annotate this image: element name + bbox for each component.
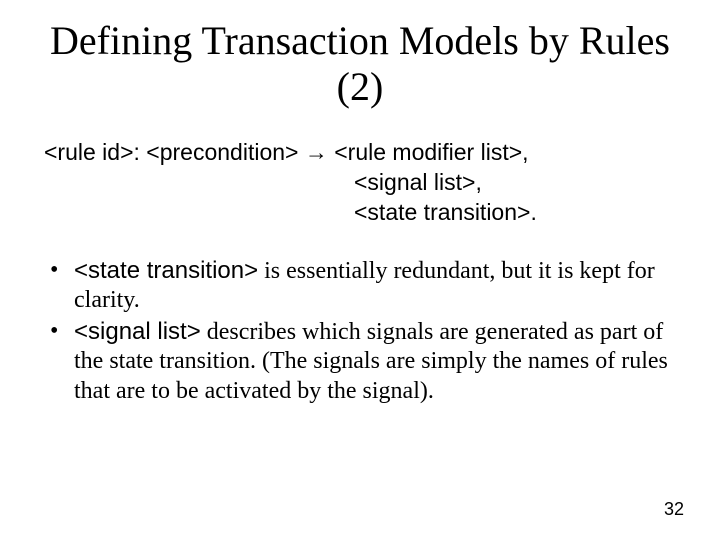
bullet-text: <state transition> is essentially redund…	[74, 256, 668, 316]
bullet-list: • <state transition> is essentially redu…	[0, 256, 720, 406]
bullet-dot: •	[48, 317, 74, 346]
grammar-line-2: <signal list>,	[44, 168, 680, 198]
bullet-term: <signal list>	[74, 318, 201, 345]
grammar-line-3: <state transition>.	[44, 198, 680, 228]
grammar-block: <rule id>: <precondition> → <rule modifi…	[0, 138, 720, 228]
list-item: • <signal list> describes which signals …	[48, 317, 668, 406]
slide-title: Defining Transaction Models by Rules (2)	[0, 0, 720, 110]
bullet-text: <signal list> describes which signals ar…	[74, 317, 668, 406]
slide: Defining Transaction Models by Rules (2)…	[0, 0, 720, 540]
grammar-line-1: <rule id>: <precondition> → <rule modifi…	[44, 138, 680, 168]
bullet-term: <state transition>	[74, 257, 258, 284]
list-item: • <state transition> is essentially redu…	[48, 256, 668, 316]
bullet-dot: •	[48, 256, 74, 285]
page-number: 32	[664, 499, 684, 520]
